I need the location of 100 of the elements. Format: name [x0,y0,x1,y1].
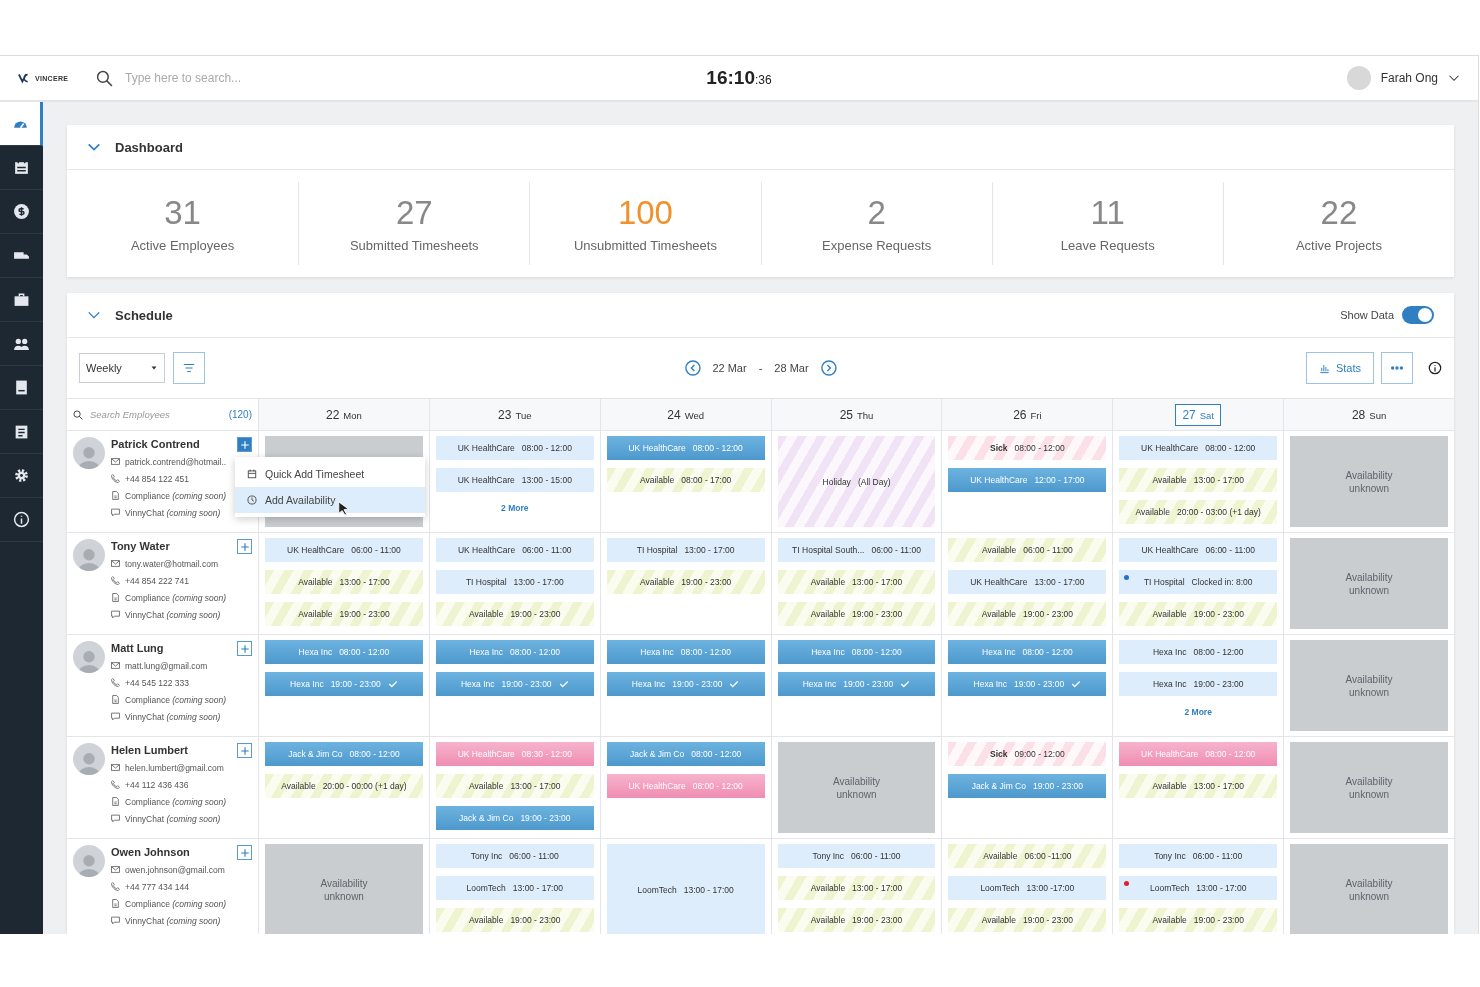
employee-email: owen.johnson@gmail.com [125,864,225,875]
availability-block[interactable]: Available 19:00 - 23:00 [606,570,765,594]
shift-block[interactable]: UK HealthCare 06:00 - 11:00 [435,538,594,562]
availability-block[interactable]: Available 06:00 - 11:00 [948,538,1107,562]
show-data-toggle[interactable] [1402,306,1434,324]
plus-icon [239,643,250,654]
employee-email: helen.lumbert@gmail.com [125,762,224,773]
availability-block[interactable]: Available 13:00 - 17:00 [265,570,423,594]
employee-name[interactable]: Owen Johnson [111,846,190,858]
unknown-availability-block[interactable]: Availability unknown [1290,640,1448,731]
availability-block[interactable]: Available 20:00 - 03:00 (+1 day) [1119,500,1278,524]
availability-block[interactable]: Available 19:00 - 23:00 [777,602,936,626]
document-icon [111,695,120,704]
availability-block[interactable]: Available 20:00 - 00:00 (+1 day) [265,774,423,798]
shift-block[interactable]: TI Hospital 13:00 - 17:00 [606,538,765,562]
availability-block[interactable]: Available 06:00 -11:00 [948,844,1107,868]
unknown-availability-block[interactable]: Availability unknown [265,844,423,934]
check-icon [729,679,740,689]
availability-block[interactable]: Available 08:00 - 17:00 [606,468,765,492]
shift-block[interactable]: UK HealthCare 06:00 - 11:00 [265,538,423,562]
add-button[interactable] [237,845,252,860]
shift-block[interactable]: UK HealthCare 13:00 - 15:00 [435,468,594,492]
shift-block[interactable]: Hexa Inc 08:00 - 12:00 [1119,640,1278,664]
availability-block[interactable]: Available 19:00 - 23:00 [948,602,1107,626]
availability-block[interactable]: Available 13:00 - 17:00 [777,876,936,900]
availability-block[interactable]: Available 13:00 - 17:00 [435,774,594,798]
availability-block[interactable]: Available 19:00 - 23:00 [1119,602,1278,626]
shift-block[interactable]: LoomTech 13:00 -17:00 [948,876,1107,900]
shift-block[interactable]: LoomTech 13:00 - 17:00 [1119,876,1278,900]
shift-block[interactable]: UK HealthCare 13:00 - 17:00 [948,570,1107,594]
user-name[interactable]: Farah Ong [1380,71,1438,85]
clipboard-icon [13,423,30,440]
check-icon [558,679,569,689]
add-button[interactable] [237,743,252,758]
check-icon [900,679,911,689]
availability-block[interactable]: Available 19:00 - 23:00 [1119,908,1278,932]
stats-button[interactable]: Stats [1305,352,1374,384]
unknown-availability-block[interactable]: Availability unknown [1290,436,1448,527]
plus-icon [239,745,250,756]
availability-block[interactable]: Available 19:00 - 23:00 [777,908,936,932]
phone-icon [111,780,120,789]
sick-leave-block[interactable]: Sick 09:00 - 12:00 [948,742,1107,766]
stat-value: 27 [395,194,433,232]
employee-name[interactable]: Matt Lung [111,642,164,654]
shift-block[interactable]: UK HealthCare 08:00 - 12:00 [1119,436,1278,460]
shift-block[interactable]: LoomTech 13:00 - 17:00 [435,876,594,900]
holiday-block[interactable]: Holiday (All Day) [777,436,936,527]
availability-block[interactable]: Available 13:00 - 17:00 [1119,774,1278,798]
shift-block[interactable]: Tony Inc 06:00 - 11:00 [435,844,594,868]
sidebar-item[interactable] [0,102,43,146]
view-dropdown[interactable]: Weekly [79,353,165,383]
employee-name[interactable]: Helen Lumbert [111,744,188,756]
employee-name[interactable]: Tony Water [111,540,170,552]
employee-search-field[interactable]: Search Employees [88,408,202,421]
clock-icon [247,495,257,505]
availability-block[interactable]: Available 13:00 - 17:00 [777,570,936,594]
shift-block[interactable]: Tony Inc 06:00 - 11:00 [777,844,936,868]
mail-icon [111,559,120,568]
check-icon [387,679,398,689]
employee-phone: +44 854 122 451 [125,473,190,484]
sick-leave-block[interactable]: Sick 08:00 - 12:00 [948,436,1107,460]
menu-item[interactable]: Quick Add Timesheet [235,461,425,487]
document-icon [111,593,120,602]
availability-block[interactable]: Available 19:00 - 23:00 [265,602,423,626]
stat-value: 11 [1090,194,1125,232]
unknown-availability-block[interactable]: Availability unknown [1290,538,1448,629]
compliance-text: Compliance (coming soon) [125,796,227,807]
employee-email: tony.water@hotmail.com [125,558,219,569]
document-icon [111,491,120,500]
info-icon [1428,361,1442,375]
day-header[interactable]: 27 Sat [1175,403,1221,426]
shift-block[interactable]: UK HealthCare 06:00 - 11:00 [1119,538,1278,562]
menu-item[interactable]: Add Availability [235,487,425,513]
shift-block[interactable]: TI Hospital South... 06:00 - 11:00 [777,538,936,562]
stat-value: 22 [1320,194,1358,232]
shift-block[interactable]: UK HealthCare 08:00 - 12:00 [435,436,594,460]
plus-icon [239,847,250,858]
shift-block[interactable]: TI Hospital Clocked in: 8:00 [1119,570,1278,594]
add-button[interactable] [237,641,252,656]
availability-block[interactable]: Available 19:00 - 23:00 [948,908,1107,932]
add-button[interactable] [237,539,252,554]
chat-icon [111,610,120,619]
shift-block[interactable]: Tony Inc 06:00 - 11:00 [1119,844,1278,868]
unknown-availability-block[interactable]: Availability unknown [777,742,936,833]
availability-block[interactable]: Available 19:00 - 23:00 [435,908,594,932]
unknown-availability-block[interactable]: Availability unknown [1290,844,1448,934]
availability-block[interactable]: Available 19:00 - 23:00 [435,602,594,626]
employee-name[interactable]: Patrick Contrend [111,438,200,450]
more-link[interactable]: 2 More [435,500,594,516]
stat-value: 2 [867,194,886,232]
employee-email: matt.lung@gmail.com [125,660,208,671]
chat-icon [111,916,120,925]
info-icon [13,511,30,528]
shift-block[interactable]: Hexa Inc 19:00 - 23:00 [1119,672,1278,696]
shift-block[interactable]: TI Hospital 13:00 - 17:00 [435,570,594,594]
shift-block[interactable]: LoomTech 13:00 - 17:00 [606,844,765,934]
more-link[interactable]: 2 More [1119,704,1278,720]
availability-block[interactable]: Available 13:00 - 17:00 [1119,468,1278,492]
unknown-availability-block[interactable]: Availability unknown [1290,742,1448,833]
day-header[interactable]: 26 Fri [1006,403,1049,426]
